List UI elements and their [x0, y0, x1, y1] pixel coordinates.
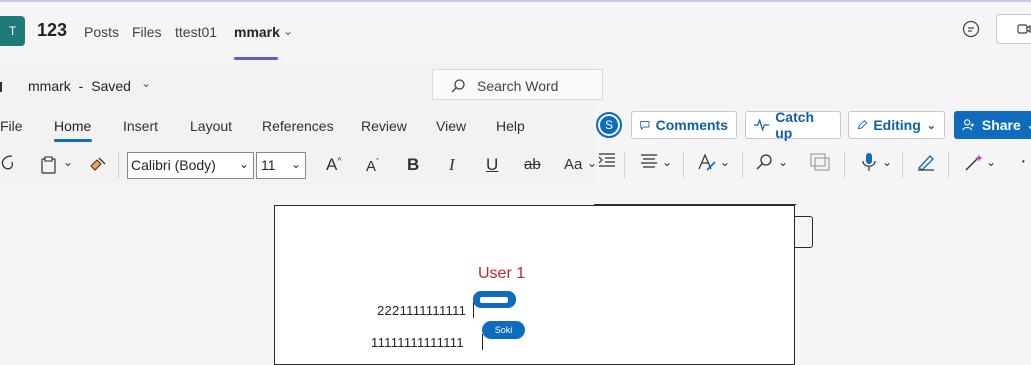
app-launcher-edge-icon[interactable]: [0, 80, 4, 94]
chevron-down-icon[interactable]: ⌄: [882, 155, 892, 169]
search-icon: [451, 79, 465, 93]
chevron-down-icon[interactable]: ⌄: [986, 155, 996, 169]
change-case-button[interactable]: Aa: [564, 156, 582, 173]
ribbon-tab-home[interactable]: Home: [54, 118, 91, 134]
title-separator: -: [78, 78, 84, 94]
toolbar-divider: [948, 152, 949, 178]
comment-icon: [640, 121, 650, 131]
document-line[interactable]: 11111111111111: [371, 335, 464, 350]
tab-posts[interactable]: Posts: [84, 24, 119, 40]
tab-ttest01[interactable]: ttest01: [175, 24, 217, 40]
sensitivity-icon[interactable]: [810, 153, 830, 176]
active-ribbon-indicator: [54, 139, 92, 142]
chevron-down-icon: ⌄: [290, 157, 301, 171]
align-icon[interactable]: [640, 154, 658, 173]
chevron-down-icon: ⌄: [1027, 119, 1031, 132]
channel-name: 123: [37, 20, 68, 40]
editing-mode-button[interactable]: Editing ⌄: [848, 111, 945, 139]
strikethrough-button[interactable]: ab: [524, 156, 541, 173]
toolbar-divider: [118, 152, 119, 178]
font-name-dropdown[interactable]: Calibri (Body) ⌄: [127, 152, 254, 179]
font-name-value: Calibri (Body): [131, 157, 216, 173]
page-edge: [594, 186, 796, 205]
active-tab-indicator: [234, 57, 278, 60]
chevron-down-icon[interactable]: ⌄: [587, 156, 597, 170]
ribbon-tab-file[interactable]: File: [0, 118, 23, 134]
ribbon-tab-review[interactable]: Review: [361, 118, 407, 134]
document-name: mmark: [28, 78, 71, 94]
underline-button[interactable]: U: [486, 155, 498, 175]
ribbon-tab-view[interactable]: View: [436, 118, 466, 134]
chevron-down-icon[interactable]: ⌄: [283, 24, 293, 38]
format-painter-icon[interactable]: [89, 154, 107, 177]
tab-files[interactable]: Files: [132, 24, 162, 40]
chevron-down-icon[interactable]: ⌄: [662, 155, 672, 169]
chevron-down-icon: ⌄: [926, 119, 936, 132]
collaborator-cursor: [482, 334, 483, 350]
editor-icon[interactable]: [916, 153, 936, 176]
indent-icon[interactable]: [598, 153, 616, 174]
document-line[interactable]: 2221111111111: [377, 303, 466, 318]
collaborator-label: User 1: [478, 265, 526, 282]
search-placeholder[interactable]: Search Word: [477, 78, 558, 94]
font-size-dropdown[interactable]: 11 ⌄: [256, 152, 306, 179]
styles-icon[interactable]: [697, 153, 717, 176]
collaborator-presence-flag: [473, 291, 516, 308]
font-size-value: 11: [261, 157, 276, 173]
toolbar-divider: [902, 152, 903, 178]
chevron-down-icon[interactable]: ⌄: [141, 76, 151, 90]
dictate-icon[interactable]: [862, 152, 876, 177]
catch-up-button[interactable]: Catch up: [745, 109, 841, 141]
video-icon: [1017, 24, 1031, 34]
share-button[interactable]: Share ⌄: [954, 111, 1031, 139]
catch-up-label: Catch up: [775, 109, 815, 141]
avatar[interactable]: S: [596, 112, 622, 138]
chevron-down-icon[interactable]: ⌄: [63, 155, 73, 169]
comments-button[interactable]: Comments: [631, 111, 737, 139]
ribbon-tab-layout[interactable]: Layout: [190, 118, 232, 134]
pulse-icon: [754, 119, 770, 131]
ribbon-tab-help[interactable]: Help: [496, 118, 525, 134]
find-icon[interactable]: [756, 153, 774, 176]
paste-icon[interactable]: [41, 156, 57, 179]
share-label: Share: [981, 117, 1021, 133]
document-title[interactable]: mmark - Saved: [28, 78, 131, 94]
designer-wand-icon[interactable]: [964, 153, 984, 176]
chevron-down-icon[interactable]: ⌄: [778, 155, 788, 169]
ribbon-tab-references[interactable]: References: [262, 118, 334, 134]
team-avatar[interactable]: T: [0, 16, 25, 46]
undo-icon[interactable]: [0, 152, 18, 177]
page-side-tab: [795, 216, 813, 248]
toolbar-divider: [844, 152, 845, 178]
tab-mmark[interactable]: mmark: [234, 24, 280, 40]
bold-button[interactable]: B: [407, 155, 419, 175]
toolbar-divider: [624, 152, 625, 178]
toolbar-divider: [742, 152, 743, 178]
ribbon-tab-insert[interactable]: Insert: [123, 118, 158, 134]
grow-font-button[interactable]: A^: [326, 155, 342, 175]
chevron-down-icon[interactable]: ⌄: [720, 155, 730, 169]
italic-button[interactable]: I: [449, 155, 455, 175]
chat-icon[interactable]: [962, 20, 980, 38]
pencil-icon: [857, 119, 868, 130]
more-options-icon[interactable]: ·: [1020, 150, 1027, 173]
video-call-button[interactable]: [996, 14, 1031, 44]
chevron-down-icon: ⌄: [238, 157, 249, 171]
comments-label: Comments: [655, 117, 728, 133]
toolbar-divider: [683, 152, 684, 178]
people-icon: [962, 119, 975, 131]
editing-label: Editing: [873, 117, 921, 133]
collaborator-presence-flag: Soki: [482, 321, 525, 339]
save-status: Saved: [91, 78, 131, 94]
document-page[interactable]: [274, 205, 795, 365]
shrink-font-button[interactable]: Aˇ: [366, 157, 379, 175]
